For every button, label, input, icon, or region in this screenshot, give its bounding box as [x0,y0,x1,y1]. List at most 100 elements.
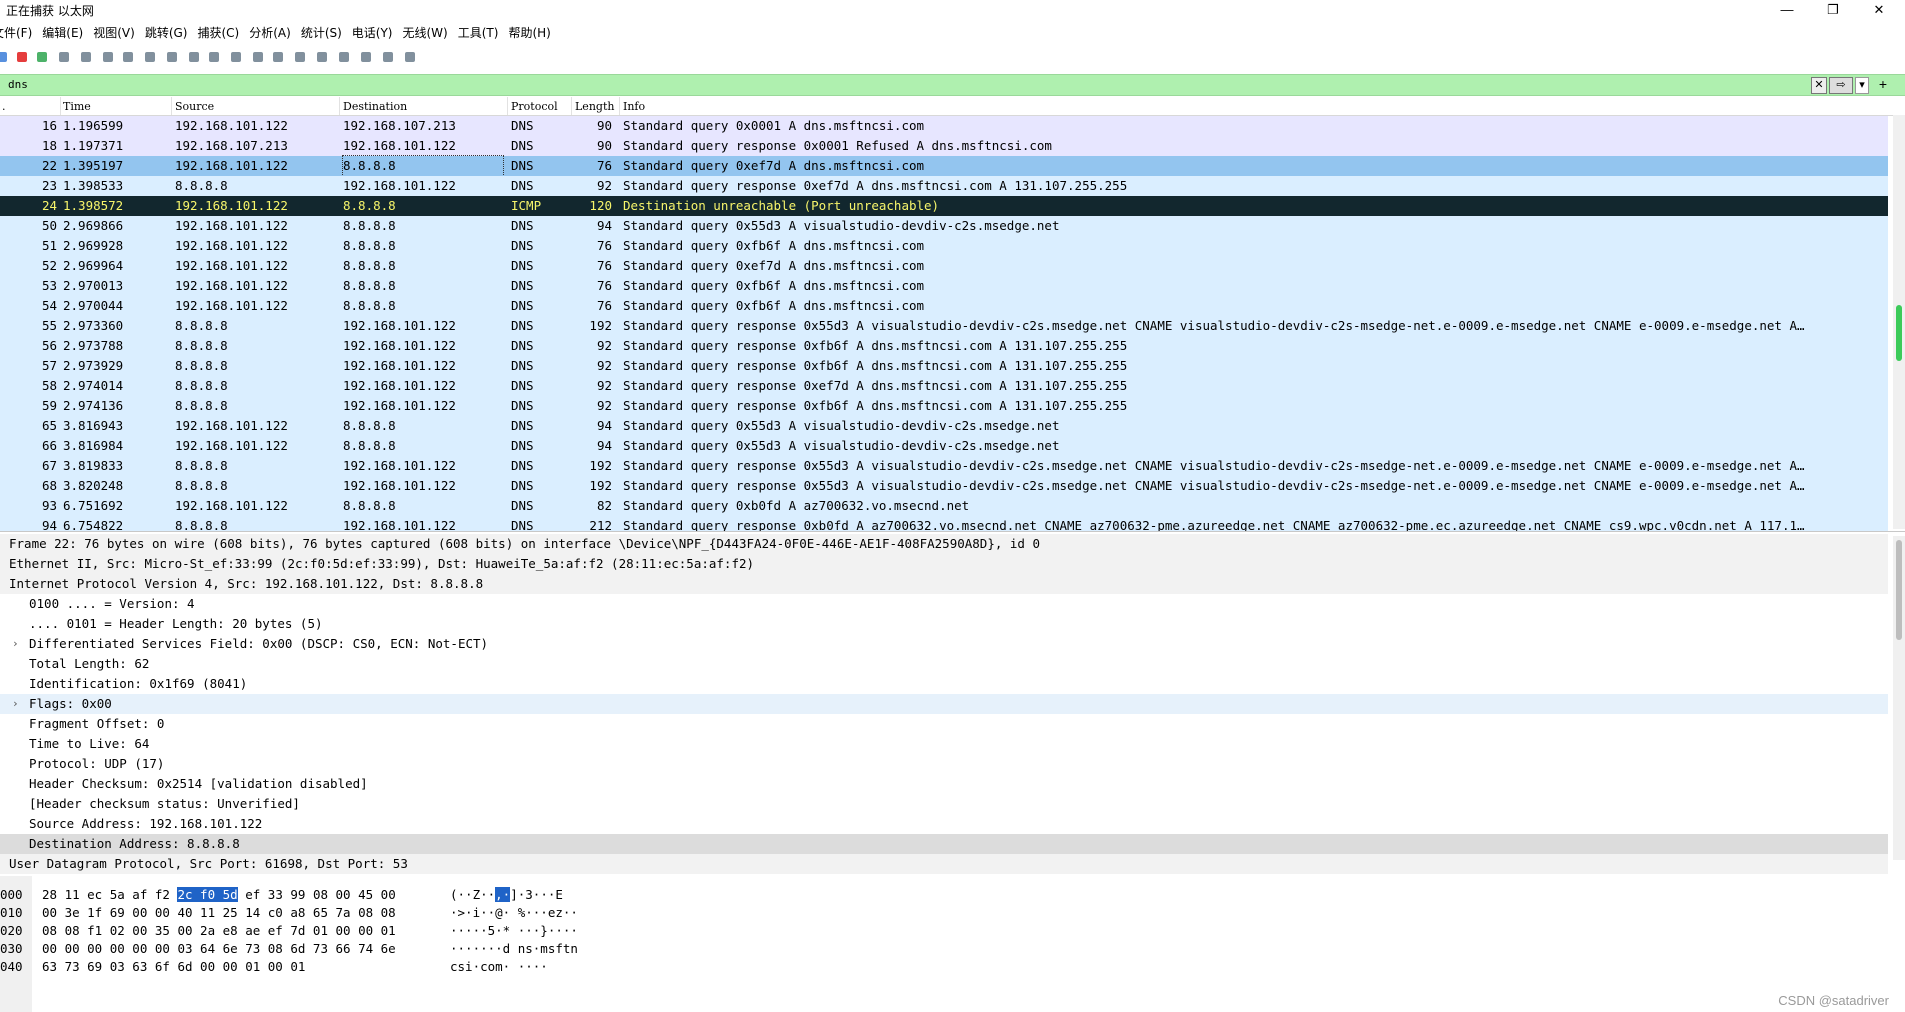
scrollbar-thumb[interactable] [1896,305,1902,361]
menu-item-1[interactable]: 编辑(E) [42,22,93,44]
detail-row[interactable]: Total Length: 62 [0,654,1888,674]
packet-row[interactable]: 54 2.970044 192.168.101.122 8.8.8.8 DNS 76 Sta… [0,296,1888,316]
save-icon[interactable] [100,49,116,65]
column-source[interactable]: Source [175,100,214,113]
hex-bytes[interactable]: 28 11 ec 5a af f2 2c f0 5d ef 33 99 08 0… [42,886,396,904]
packet-row[interactable]: 18 1.197371 192.168.107.213 192.168.101.122… [0,136,1888,156]
packet-row[interactable]: 23 1.398533 8.8.8.8 192.168.101.122 DNS 92 Sta… [0,176,1888,196]
packet-row[interactable]: 67 3.819833 8.8.8.8 192.168.101.122 DNS 192 St… [0,456,1888,476]
forward-icon[interactable] [206,49,222,65]
menu-item-0[interactable]: 文件(F) [0,22,42,44]
menu-item-3[interactable]: 跳转(G) [145,22,198,44]
menu-item-5[interactable]: 分析(A) [249,22,301,44]
packet-row[interactable]: 55 2.973360 8.8.8.8 192.168.101.122 DNS 192 St… [0,316,1888,336]
hex-ascii[interactable]: ·····5·* ···}···· [450,922,578,940]
colorize-icon[interactable] [314,49,330,65]
packet-row[interactable]: 53 2.970013 192.168.101.122 8.8.8.8 DNS 76 Sta… [0,276,1888,296]
zoom-out-icon[interactable] [358,49,374,65]
autoscroll-icon[interactable] [292,49,308,65]
hex-bytes[interactable]: 63 73 69 03 63 6f 6d 00 00 01 00 01 [42,958,305,976]
options-icon[interactable] [56,49,72,65]
menu-item-2[interactable]: 视图(V) [93,22,145,44]
hex-bytes[interactable]: 00 00 00 00 00 00 03 64 6e 73 08 6d 73 6… [42,940,396,958]
details-scrollbar-thumb[interactable] [1896,540,1902,640]
reload-icon[interactable] [142,49,158,65]
close-file-icon[interactable] [120,49,136,65]
packet-row[interactable]: 16 1.196599 192.168.101.122 192.168.107.213… [0,116,1888,136]
detail-row[interactable]: Protocol: UDP (17) [0,754,1888,774]
detail-row[interactable]: Identification: 0x1f69 (8041) [0,674,1888,694]
hex-ascii[interactable]: ·······d ns·msftn [450,940,578,958]
menu-item-4[interactable]: 捕获(C) [197,22,249,44]
hex-ascii[interactable]: ·>·i··@· %···ez·· [450,904,578,922]
detail-row[interactable]: Fragment Offset: 0 [0,714,1888,734]
packet-details-scrollbar[interactable] [1893,536,1905,860]
hex-ascii[interactable]: csi·com· ···· [450,958,548,976]
minimize-button[interactable]: — [1764,0,1810,20]
find-icon[interactable] [164,49,180,65]
last-icon[interactable] [270,49,286,65]
packet-row[interactable]: 52 2.969964 192.168.101.122 8.8.8.8 DNS 76 Sta… [0,256,1888,276]
column-info[interactable]: Info [623,100,645,113]
zoom-in-icon[interactable] [336,49,352,65]
detail-row[interactable]: Frame 22: 76 bytes on wire (608 bits), 7… [0,534,1888,554]
menu-item-9[interactable]: 工具(T) [458,22,509,44]
goto-icon[interactable] [228,49,244,65]
back-icon[interactable] [186,49,202,65]
column-no[interactable]: . [2,100,6,113]
column-protocol[interactable]: Protocol [511,100,558,113]
detail-row[interactable]: User Datagram Protocol, Src Port: 61698,… [0,854,1888,874]
packet-row[interactable]: 65 3.816943 192.168.101.122 8.8.8.8 DNS 94 Sta… [0,416,1888,436]
detail-row[interactable]: Time to Live: 64 [0,734,1888,754]
menu-item-8[interactable]: 无线(W) [403,22,458,44]
detail-row[interactable]: 0100 .... = Version: 4 [0,594,1888,614]
menu-item-10[interactable]: 帮助(H) [508,22,560,44]
detail-row[interactable]: Ethernet II, Src: Micro-St_ef:33:99 (2c:… [0,554,1888,574]
resize-columns-icon[interactable] [402,49,418,65]
column-time[interactable]: Time [63,100,91,113]
detail-row[interactable]: Internet Protocol Version 4, Src: 192.16… [0,574,1888,594]
packet-row[interactable]: 56 2.973788 8.8.8.8 192.168.101.122 DNS 92 Sta… [0,336,1888,356]
packet-row[interactable]: 59 2.974136 8.8.8.8 192.168.101.122 DNS 92 Sta… [0,396,1888,416]
packet-row[interactable]: 66 3.816984 192.168.101.122 8.8.8.8 DNS 94 Sta… [0,436,1888,456]
detail-row[interactable]: Header Checksum: 0x2514 [validation disa… [0,774,1888,794]
packet-row[interactable]: 22 1.395197 192.168.101.122 8.8.8.8 DNS 76 Sta… [0,155,1888,177]
menu-item-6[interactable]: 统计(S) [301,22,352,44]
packet-row[interactable]: 94 6.754822 8.8.8.8 192.168.101.122 DNS 212 St… [0,516,1888,531]
menu-item-7[interactable]: 电话(Y) [352,22,403,44]
detail-row[interactable]: › Differentiated Services Field: 0x00 (DS… [0,634,1888,654]
restore-button[interactable]: ❐ [1810,0,1856,20]
display-filter-input[interactable] [8,77,1808,92]
detail-row[interactable]: Source Address: 192.168.101.122 [0,814,1888,834]
add-filter-button-icon[interactable]: + [1876,77,1890,92]
expand-arrow-icon[interactable]: › [12,634,19,654]
expand-arrow-icon[interactable]: › [12,694,19,714]
shark-fin-icon[interactable] [0,49,10,65]
detail-row[interactable]: › Flags: 0x00 [0,694,1888,714]
column-destination[interactable]: Destination [343,100,407,113]
clear-filter-button[interactable]: ✕ [1811,77,1827,94]
close-button[interactable]: ✕ [1856,0,1902,20]
hex-bytes[interactable]: 00 3e 1f 69 00 00 40 11 25 14 c0 a8 65 7… [42,904,396,922]
column-length[interactable]: Length [575,100,614,113]
hex-bytes[interactable]: 08 08 f1 02 00 35 00 2a e8 ae ef 7d 01 0… [42,922,396,940]
packet-row[interactable]: 93 6.751692 192.168.101.122 8.8.8.8 DNS 82 Sta… [0,496,1888,516]
packet-list-scrollbar[interactable] [1893,115,1905,529]
packet-row[interactable]: 50 2.969866 192.168.101.122 8.8.8.8 DNS 94 Sta… [0,216,1888,236]
detail-row[interactable]: .... 0101 = Header Length: 20 bytes (5) [0,614,1888,634]
first-icon[interactable] [250,49,266,65]
packet-row[interactable]: 51 2.969928 192.168.101.122 8.8.8.8 DNS 76 Sta… [0,236,1888,256]
packet-row[interactable]: 24 1.398572 192.168.101.122 8.8.8.8 ICMP 120 D… [0,196,1888,216]
stop-icon[interactable] [14,49,30,65]
filter-dropdown-icon[interactable]: ▾ [1855,77,1869,94]
restart-icon[interactable] [34,49,50,65]
packet-row[interactable]: 58 2.974014 8.8.8.8 192.168.101.122 DNS 92 Sta… [0,376,1888,396]
apply-filter-button[interactable]: ⇨ [1829,77,1853,94]
packet-row[interactable]: 68 3.820248 8.8.8.8 192.168.101.122 DNS 192 St… [0,476,1888,496]
hex-ascii[interactable]: (··Z··,·]·3···E [450,886,563,904]
zoom-normal-icon[interactable] [380,49,396,65]
detail-row[interactable]: Destination Address: 8.8.8.8 [0,834,1888,854]
detail-row[interactable]: [Header checksum status: Unverified] [0,794,1888,814]
open-icon[interactable] [78,49,94,65]
packet-row[interactable]: 57 2.973929 8.8.8.8 192.168.101.122 DNS 92 Sta… [0,356,1888,376]
